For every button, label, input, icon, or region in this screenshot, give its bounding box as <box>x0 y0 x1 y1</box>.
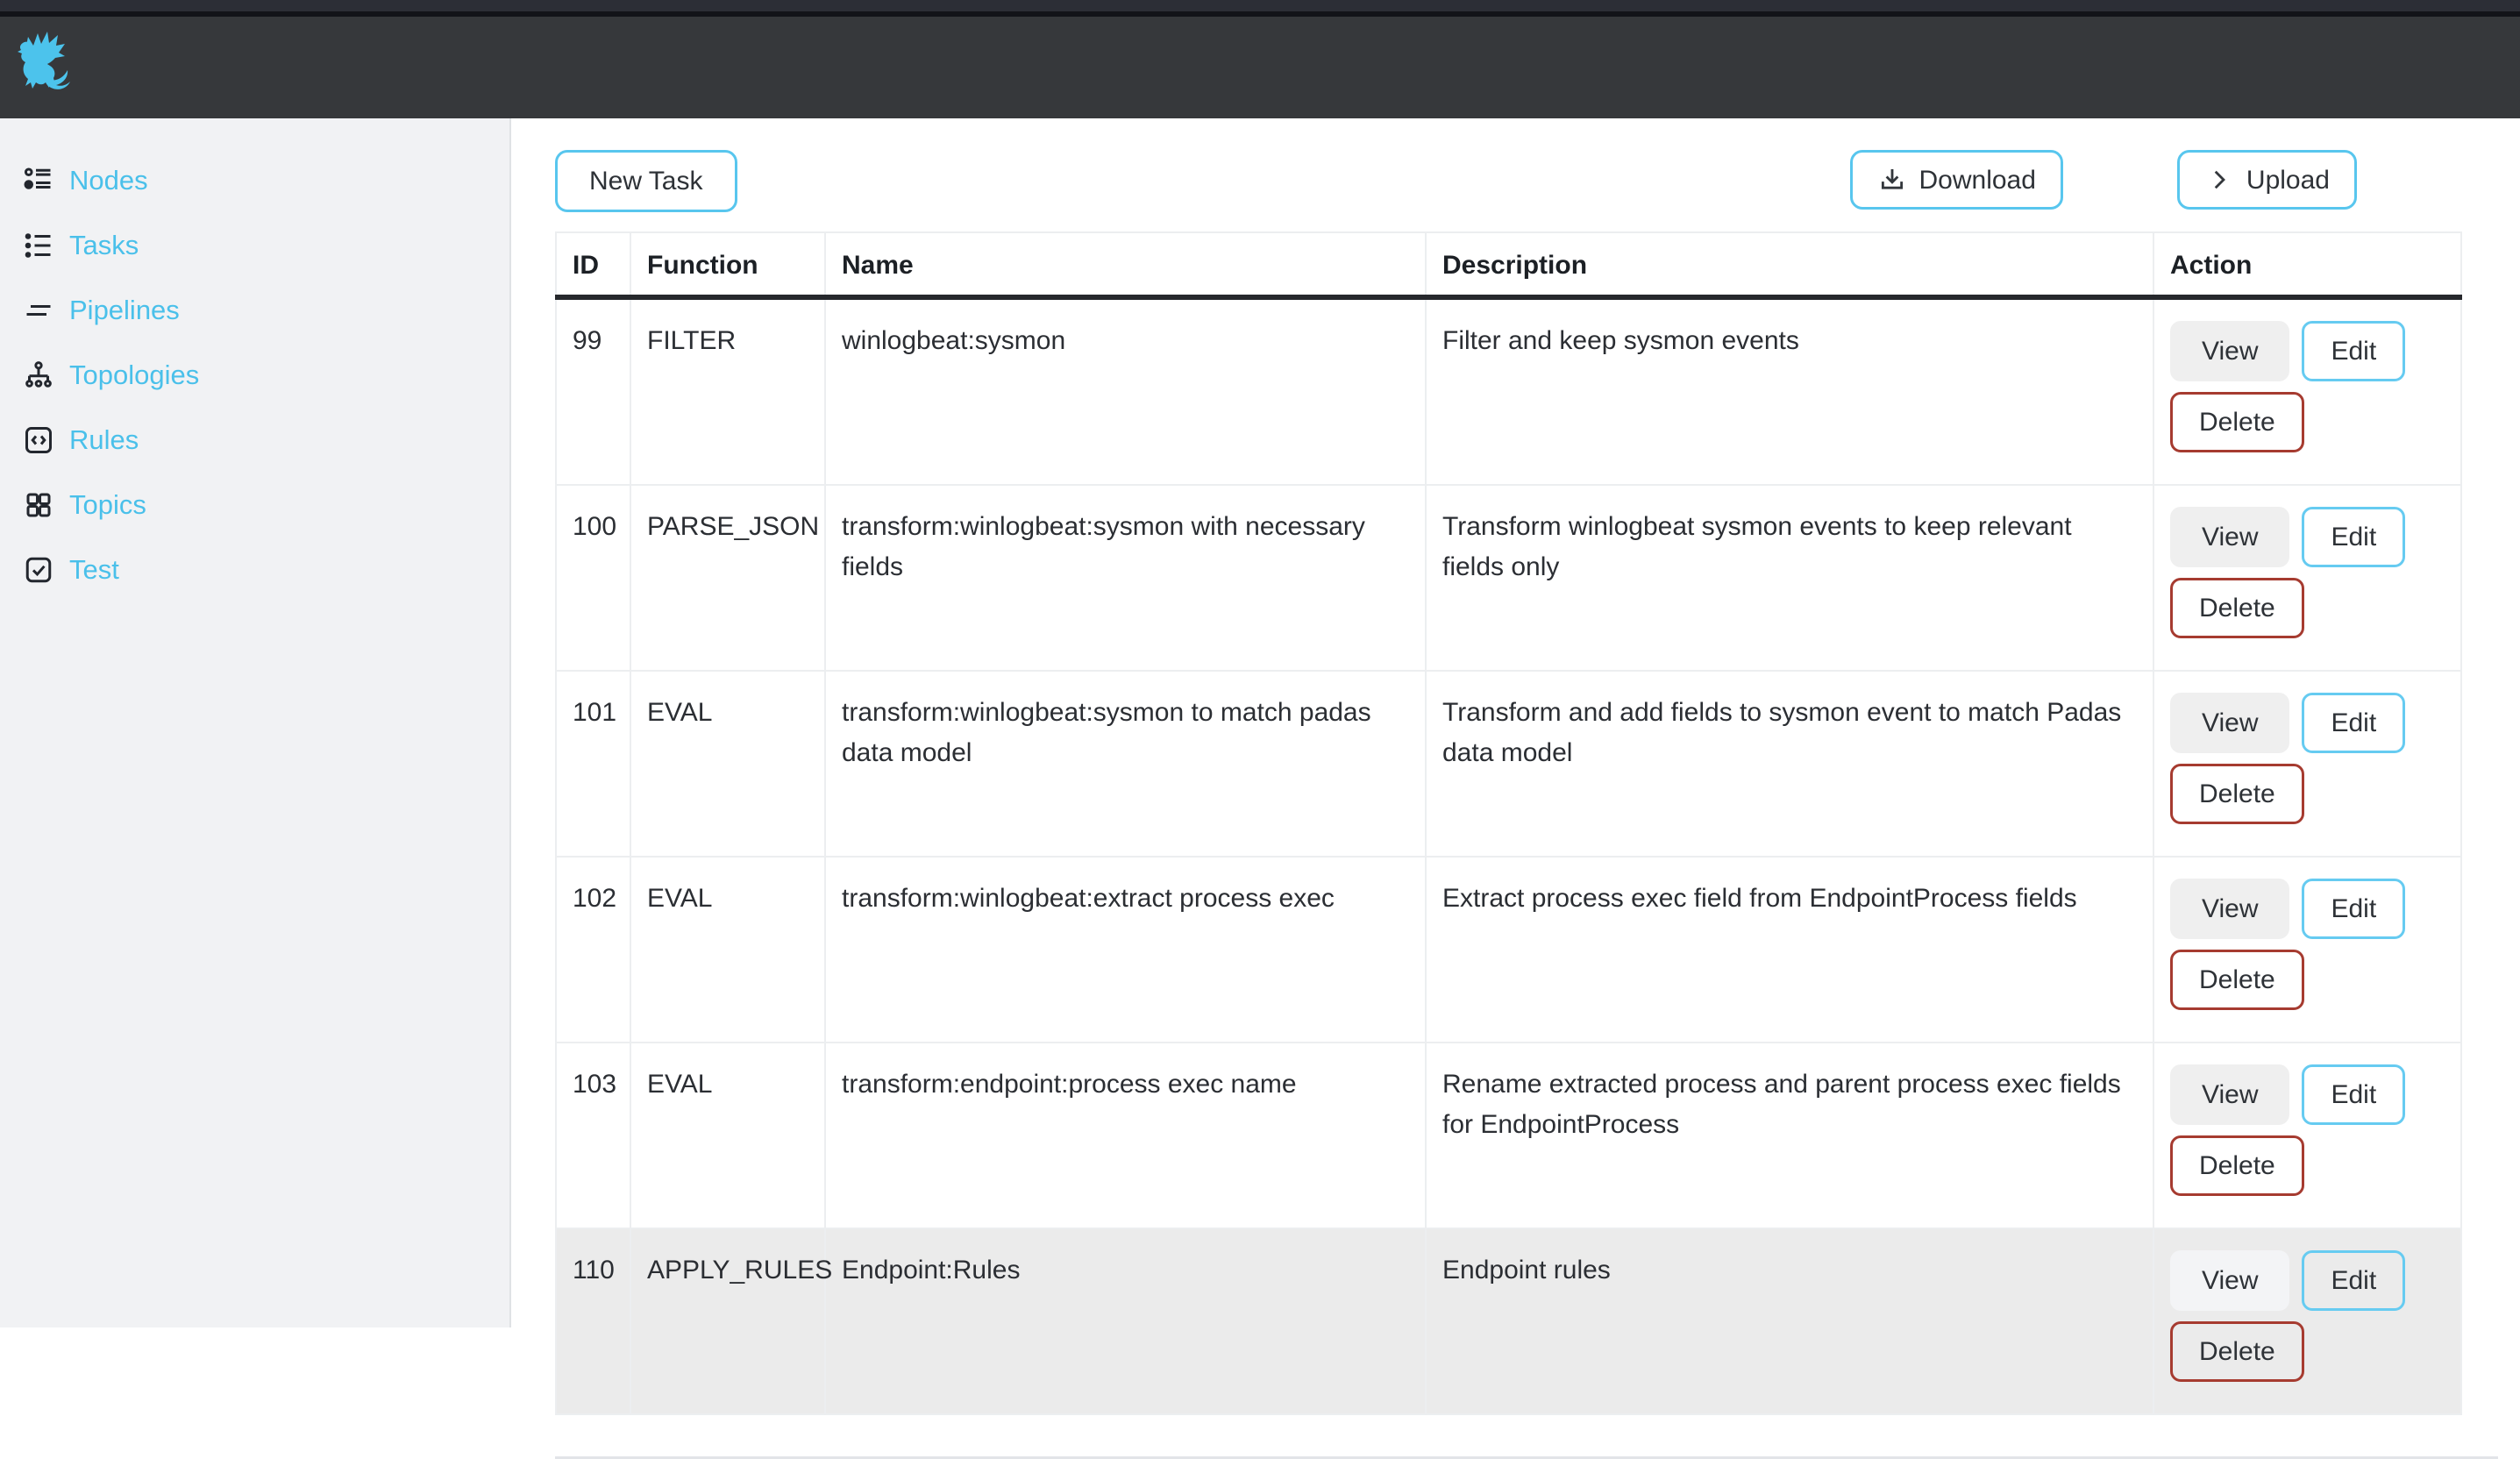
sidebar-item-label: Topics <box>69 489 146 521</box>
column-header-id: ID <box>556 232 630 297</box>
cell-actions: View Edit Delete <box>2153 1228 2461 1414</box>
column-header-name: Name <box>825 232 1426 297</box>
toolbar-right-group: Download Upload <box>1850 150 2358 210</box>
sidebar-item-tasks[interactable]: Tasks <box>0 213 509 278</box>
edit-button[interactable]: Edit <box>2302 693 2405 753</box>
cell-name: transform:winlogbeat:sysmon to match pad… <box>825 671 1426 857</box>
sidebar-item-topologies[interactable]: Topologies <box>0 343 509 408</box>
delete-button[interactable]: Delete <box>2170 392 2304 452</box>
download-label: Download <box>1919 166 2036 195</box>
cell-id: 102 <box>556 857 630 1043</box>
sidebar-item-test[interactable]: Test <box>0 537 509 602</box>
cell-id: 101 <box>556 671 630 857</box>
cell-function: PARSE_JSON <box>630 485 825 671</box>
view-button[interactable]: View <box>2170 1250 2289 1311</box>
cell-actions: View Edit Delete <box>2153 1043 2461 1228</box>
chevron-right-icon <box>2204 165 2234 195</box>
cell-function: EVAL <box>630 1043 825 1228</box>
edit-button[interactable]: Edit <box>2302 1064 2405 1125</box>
toolbar: New Task Download Upload <box>555 150 2520 212</box>
sidebar-item-topics[interactable]: Topics <box>0 473 509 537</box>
edit-button[interactable]: Edit <box>2302 507 2405 567</box>
cell-function: FILTER <box>630 297 825 485</box>
cell-name: Endpoint:Rules <box>825 1228 1426 1414</box>
upload-label: Upload <box>2246 166 2330 195</box>
view-button[interactable]: View <box>2170 321 2289 381</box>
delete-button[interactable]: Delete <box>2170 764 2304 824</box>
cell-description: Transform winlogbeat sysmon events to ke… <box>1426 485 2153 671</box>
sidebar-item-pipelines[interactable]: Pipelines <box>0 278 509 343</box>
delete-button[interactable]: Delete <box>2170 1321 2304 1382</box>
cell-name: transform:winlogbeat:sysmon with necessa… <box>825 485 1426 671</box>
new-task-button[interactable]: New Task <box>555 150 737 212</box>
sidebar-item-nodes[interactable]: Nodes <box>0 148 509 213</box>
sidebar-item-label: Tasks <box>69 230 139 261</box>
sidebar-item-label: Test <box>69 554 119 586</box>
cell-name: transform:winlogbeat:extract process exe… <box>825 857 1426 1043</box>
pipelines-icon <box>23 295 54 326</box>
sidebar-item-label: Pipelines <box>69 295 180 326</box>
cell-actions: View Edit Delete <box>2153 857 2461 1043</box>
sidebar-item-label: Nodes <box>69 165 148 196</box>
delete-button[interactable]: Delete <box>2170 1135 2304 1196</box>
edit-button[interactable]: Edit <box>2302 879 2405 939</box>
cell-id: 99 <box>556 297 630 485</box>
sidebar-item-label: Topologies <box>69 359 199 391</box>
table-row: 101 EVAL transform:winlogbeat:sysmon to … <box>556 671 2461 857</box>
cell-id: 110 <box>556 1228 630 1414</box>
top-strip <box>0 0 2520 11</box>
cell-id: 100 <box>556 485 630 671</box>
test-icon <box>23 554 54 586</box>
delete-button[interactable]: Delete <box>2170 950 2304 1010</box>
nodes-icon <box>23 165 54 196</box>
edit-button[interactable]: Edit <box>2302 1250 2405 1311</box>
table-row: 102 EVAL transform:winlogbeat:extract pr… <box>556 857 2461 1043</box>
column-header-description: Description <box>1426 232 2153 297</box>
view-button[interactable]: View <box>2170 1064 2289 1125</box>
cell-function: EVAL <box>630 857 825 1043</box>
cell-actions: View Edit Delete <box>2153 485 2461 671</box>
top-bar <box>0 0 2520 118</box>
cell-description: Transform and add fields to sysmon event… <box>1426 671 2153 857</box>
view-button[interactable]: View <box>2170 693 2289 753</box>
tasks-icon <box>23 230 54 261</box>
cell-actions: View Edit Delete <box>2153 671 2461 857</box>
view-button[interactable]: View <box>2170 879 2289 939</box>
new-task-label: New Task <box>589 167 703 196</box>
topologies-icon <box>23 359 54 391</box>
table-row-highlighted: 110 APPLY_RULES Endpoint:Rules Endpoint … <box>556 1228 2461 1414</box>
table-row: 100 PARSE_JSON transform:winlogbeat:sysm… <box>556 485 2461 671</box>
upload-button[interactable]: Upload <box>2177 150 2357 210</box>
table-header-row: ID Function Name Description Action <box>556 232 2461 297</box>
topics-icon <box>23 489 54 521</box>
delete-button[interactable]: Delete <box>2170 578 2304 638</box>
cell-description: Rename extracted process and parent proc… <box>1426 1043 2153 1228</box>
tasks-table: ID Function Name Description Action 99 F… <box>555 231 2462 1415</box>
table-row: 99 FILTER winlogbeat:sysmon Filter and k… <box>556 297 2461 485</box>
table-row: 103 EVAL transform:endpoint:process exec… <box>556 1043 2461 1228</box>
cell-description: Endpoint rules <box>1426 1228 2153 1414</box>
dragon-logo-icon[interactable] <box>14 25 77 102</box>
column-header-action: Action <box>2153 232 2461 297</box>
cell-description: Extract process exec field from Endpoint… <box>1426 857 2153 1043</box>
rules-icon <box>23 424 54 456</box>
cell-id: 103 <box>556 1043 630 1228</box>
sidebar-item-label: Rules <box>69 424 139 456</box>
cell-function: APPLY_RULES <box>630 1228 825 1414</box>
top-strip-shadow <box>0 11 2520 17</box>
main-content: New Task Download Upload <box>513 118 2520 1327</box>
cell-description: Filter and keep sysmon events <box>1426 297 2153 485</box>
sidebar: Nodes Tasks Pipelines Topologies <box>0 118 511 1327</box>
view-button[interactable]: View <box>2170 507 2289 567</box>
cell-name: winlogbeat:sysmon <box>825 297 1426 485</box>
cell-actions: View Edit Delete <box>2153 297 2461 485</box>
edit-button[interactable]: Edit <box>2302 321 2405 381</box>
cell-function: EVAL <box>630 671 825 857</box>
download-button[interactable]: Download <box>1850 150 2063 210</box>
cell-name: transform:endpoint:process exec name <box>825 1043 1426 1228</box>
column-header-function: Function <box>630 232 825 297</box>
sidebar-item-rules[interactable]: Rules <box>0 408 509 473</box>
download-icon <box>1877 165 1907 195</box>
